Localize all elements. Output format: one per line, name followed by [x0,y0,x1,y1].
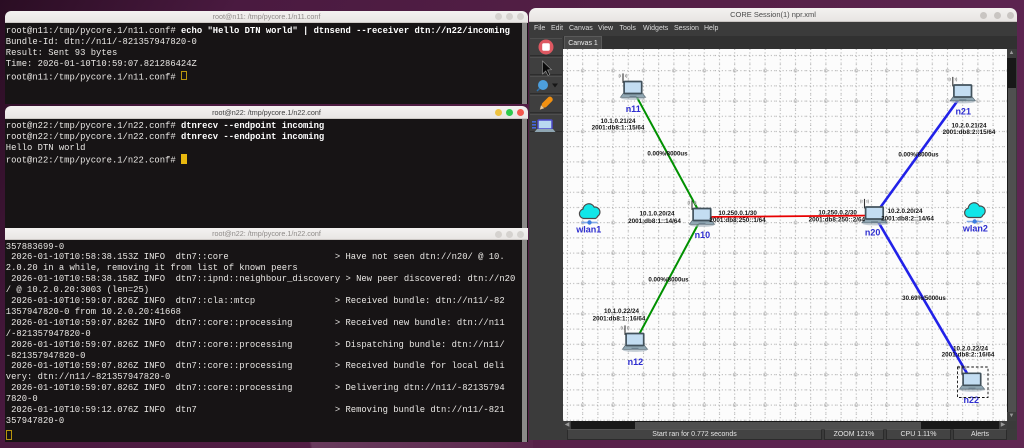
svg-text:2001:db8:2::15/64: 2001:db8:2::15/64 [943,129,996,136]
svg-text:n21: n21 [955,107,971,117]
svg-text:2001:db8:2::14/64: 2001:db8:2::14/64 [881,216,934,223]
svg-text:10.1.0.20/24: 10.1.0.20/24 [639,211,675,218]
svg-text:n20: n20 [865,228,881,238]
svg-text:0.00%/8000us: 0.00%/8000us [647,151,688,158]
svg-text:2001:db8:250::2/64: 2001:db8:250::2/64 [809,216,866,223]
svg-text:n22: n22 [964,395,980,405]
svg-text:0.00%/8000us: 0.00%/8000us [898,151,939,158]
svg-text:2001:db8:1::16/64: 2001:db8:1::16/64 [593,316,646,323]
svg-text:10.250.0.1/30: 10.250.0.1/30 [718,210,757,217]
svg-text:0.00%/8000us: 0.00%/8000us [648,277,689,284]
svg-text:10.1.0.22/24: 10.1.0.22/24 [604,308,640,315]
svg-text:wlan2: wlan2 [962,224,988,234]
svg-text:n12: n12 [628,357,644,367]
svg-text:n11: n11 [626,104,641,114]
svg-text:2001:db8:1::14/64: 2001:db8:1::14/64 [628,218,681,225]
svg-text:wlan1: wlan1 [575,225,601,235]
svg-text:2001:db8:250::1/64: 2001:db8:250::1/64 [709,217,766,224]
svg-text:2001:db8:2::16/64: 2001:db8:2::16/64 [942,352,995,359]
svg-text:30.69%/5000us: 30.69%/5000us [902,295,946,302]
svg-text:10.2.0.20/24: 10.2.0.20/24 [887,208,923,215]
svg-text:n10: n10 [695,230,711,240]
svg-text:2001:db8:1::15/64: 2001:db8:1::15/64 [592,125,645,132]
